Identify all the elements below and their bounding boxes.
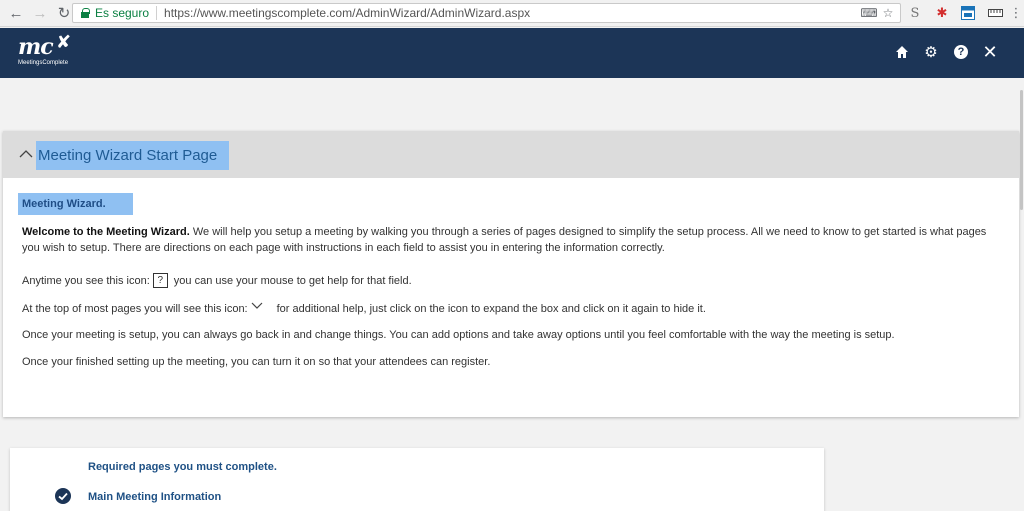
reload-button[interactable]: ↻	[54, 3, 74, 23]
welcome-paragraph: Welcome to the Meeting Wizard. We will h…	[22, 224, 1007, 256]
expand-after-text: for additional help, just click on the i…	[276, 303, 706, 315]
meetingscomplete-logo[interactable]: mc ✘ MeetingsComplete	[18, 32, 71, 66]
page-scrollbar[interactable]	[1020, 90, 1023, 210]
expand-icon-paragraph: At the top of most pages you will see th…	[22, 300, 706, 317]
help-circle: ?	[954, 45, 968, 59]
page-title: Meeting Wizard Start Page	[36, 141, 230, 170]
help-icon-paragraph: Anytime you see this icon:? you can use y…	[22, 273, 412, 291]
card-header[interactable]: Meeting Wizard Start Page	[3, 131, 1019, 178]
required-item-main-meeting-information[interactable]: Main Meeting Information	[88, 491, 221, 503]
translate-icon[interactable]: ⌨	[860, 6, 877, 20]
required-pages-card: Required pages you must complete. Main M…	[10, 448, 824, 511]
collapse-chevron-icon[interactable]	[18, 147, 34, 161]
help-after-text: you can use your mouse to get help for t…	[173, 275, 412, 287]
close-icon[interactable]: ✕	[981, 42, 999, 62]
extension-asterisk-icon[interactable]: ✱	[934, 5, 950, 21]
change-text: Once your meeting is setup, you can alwa…	[22, 329, 895, 341]
home-icon[interactable]	[893, 43, 911, 61]
chrome-menu-icon[interactable]: ⋮	[1008, 5, 1024, 21]
checkmark-icon	[55, 488, 71, 504]
extension-window-icon[interactable]	[960, 5, 976, 21]
app-header: mc ✘ MeetingsComplete ⚙ ? ✕	[0, 28, 1024, 78]
extension-ruler-icon[interactable]	[987, 5, 1003, 21]
address-bar[interactable]: Es seguro https://www.meetingscomplete.c…	[72, 3, 901, 23]
chevron-down-icon	[251, 302, 263, 309]
logo-subtitle: MeetingsComplete	[18, 60, 69, 66]
required-pages-title: Required pages you must complete.	[88, 461, 277, 473]
welcome-bold: Welcome to the Meeting Wizard.	[22, 226, 190, 238]
intro-badge: Meeting Wizard.	[18, 193, 133, 215]
forward-button[interactable]: →	[30, 3, 50, 23]
expand-before-text: At the top of most pages you will see th…	[22, 303, 248, 315]
extension-s-icon[interactable]: S	[907, 5, 923, 21]
url-text[interactable]: https://www.meetingscomplete.com/AdminWi…	[164, 6, 530, 20]
finish-text: Once your finished setting up the meetin…	[22, 356, 491, 368]
secure-label: Es seguro	[95, 6, 150, 20]
question-mark-icon: ?	[152, 273, 168, 288]
back-button[interactable]: ←	[6, 3, 26, 23]
finish-paragraph: Once your finished setting up the meetin…	[22, 354, 490, 370]
help-icon[interactable]: ?	[952, 43, 970, 61]
change-paragraph: Once your meeting is setup, you can alwa…	[22, 327, 895, 343]
help-before-text: Anytime you see this icon:	[22, 275, 150, 287]
bookmark-star-icon[interactable]: ☆	[881, 6, 895, 20]
browser-toolbar: ← → ↻ Es seguro https://www.meetingscomp…	[0, 0, 1024, 27]
gear-icon[interactable]: ⚙	[922, 43, 940, 61]
wizard-start-card: Meeting Wizard Start Page Meeting Wizard…	[3, 131, 1019, 417]
omnibox-divider	[156, 6, 158, 20]
logo-plane-icon: ✘	[56, 32, 72, 52]
lock-icon	[80, 8, 90, 18]
